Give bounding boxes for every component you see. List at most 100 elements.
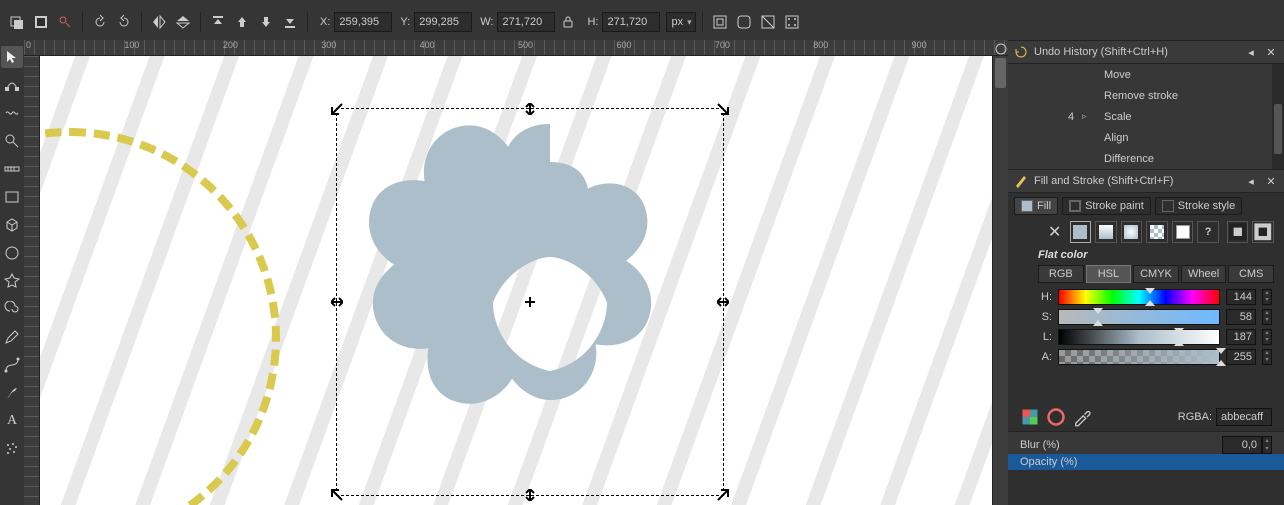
node-tool-icon[interactable]	[1, 74, 23, 96]
canvas-vertical-scrollbar[interactable]	[992, 56, 1008, 505]
resize-handle-b[interactable]	[524, 489, 536, 501]
scale-corners-icon[interactable]	[733, 11, 755, 33]
pattern-icon[interactable]	[1146, 221, 1168, 243]
hue-slider[interactable]	[1058, 289, 1220, 305]
tweak-tool-icon[interactable]	[1, 102, 23, 124]
sat-value[interactable]: 58	[1226, 309, 1256, 325]
history-item[interactable]: Difference	[1008, 148, 1284, 169]
scale-stroke-icon[interactable]	[709, 11, 731, 33]
swatch-icon[interactable]	[1172, 221, 1194, 243]
history-item[interactable]: Align	[1008, 127, 1284, 148]
star-tool-icon[interactable]	[1, 270, 23, 292]
light-value[interactable]: 187	[1226, 329, 1256, 345]
spiral-tool-icon[interactable]	[1, 298, 23, 320]
opacity-row[interactable]: Opacity (%)	[1008, 454, 1284, 470]
bezier-tool-icon[interactable]	[1, 354, 23, 376]
deselect-icon[interactable]	[54, 11, 76, 33]
radial-gradient-icon[interactable]	[1121, 221, 1143, 243]
resize-handle-t[interactable]	[524, 103, 536, 115]
flip-vertical-icon[interactable]	[172, 11, 194, 33]
panel-close-icon[interactable]: ✕	[1264, 174, 1278, 188]
undo-history-list[interactable]: Move Remove stroke 4▹Scale Align Differe…	[1008, 64, 1284, 169]
hue-value[interactable]: 144	[1226, 289, 1256, 305]
unit-select[interactable]: px	[666, 12, 696, 32]
raise-to-top-icon[interactable]	[207, 11, 229, 33]
out-of-gamut-icon[interactable]	[1046, 407, 1066, 427]
alpha-spinner[interactable]: ▴▾	[1262, 349, 1272, 365]
panel-menu-icon[interactable]: ◂	[1244, 45, 1258, 59]
pencil-tool-icon[interactable]	[1, 326, 23, 348]
resize-handle-br[interactable]	[717, 489, 729, 501]
history-item[interactable]: Remove stroke	[1008, 85, 1284, 106]
alpha-slider[interactable]	[1058, 349, 1220, 365]
pick-color-icon[interactable]	[1072, 407, 1092, 427]
linear-gradient-icon[interactable]	[1095, 221, 1117, 243]
mode-cmyk[interactable]: CMYK	[1133, 265, 1179, 283]
w-field[interactable]: 271,720	[497, 12, 555, 32]
lock-aspect-icon[interactable]	[557, 11, 579, 33]
resize-handle-r[interactable]	[717, 296, 729, 308]
history-scrollbar[interactable]	[1272, 64, 1284, 169]
fill-rule-evenodd-icon[interactable]	[1252, 221, 1274, 243]
h-field[interactable]: 271,720	[602, 12, 660, 32]
tab-fill[interactable]: Fill	[1014, 197, 1058, 215]
resize-handle-bl[interactable]	[331, 489, 343, 501]
hue-spinner[interactable]: ▴▾	[1262, 289, 1272, 305]
resize-handle-tl[interactable]	[331, 103, 343, 115]
color-managed-icon[interactable]	[1020, 407, 1040, 427]
unknown-paint-icon[interactable]: ?	[1197, 221, 1219, 243]
alpha-value[interactable]: 255	[1226, 349, 1256, 365]
mode-hsl[interactable]: HSL	[1086, 265, 1132, 283]
y-field[interactable]: 299,285	[414, 12, 472, 32]
light-slider[interactable]	[1058, 329, 1220, 345]
mode-cms[interactable]: CMS	[1228, 265, 1274, 283]
zoom-tool-icon[interactable]	[1, 130, 23, 152]
rotate-cw-icon[interactable]	[113, 11, 135, 33]
undo-history-header[interactable]: Undo History (Shift+Ctrl+H) ◂ ✕	[1008, 40, 1284, 64]
circle-tool-icon[interactable]	[1, 242, 23, 264]
selector-tool-icon[interactable]	[1, 46, 23, 68]
text-tool-icon[interactable]: A	[1, 410, 23, 432]
flat-color-icon[interactable]	[1070, 221, 1092, 243]
lower-icon[interactable]	[255, 11, 277, 33]
vertical-ruler[interactable]	[24, 56, 40, 505]
selection-bounding-box[interactable]	[336, 108, 724, 496]
3dbox-tool-icon[interactable]	[1, 214, 23, 236]
move-gradients-icon[interactable]	[757, 11, 779, 33]
panel-menu-icon[interactable]: ◂	[1244, 174, 1258, 188]
rect-tool-icon[interactable]	[1, 186, 23, 208]
panel-close-icon[interactable]: ✕	[1264, 45, 1278, 59]
select-all-layers-icon[interactable]	[30, 11, 52, 33]
calligraphy-tool-icon[interactable]	[1, 382, 23, 404]
horizontal-ruler[interactable]: 0100200300400500600700800900	[24, 40, 1008, 56]
spray-tool-icon[interactable]	[1, 438, 23, 460]
sat-slider[interactable]	[1058, 309, 1220, 325]
tab-stroke-style[interactable]: Stroke style	[1155, 197, 1242, 215]
rotate-ccw-icon[interactable]	[89, 11, 111, 33]
resize-handle-l[interactable]	[331, 296, 343, 308]
lower-to-bottom-icon[interactable]	[279, 11, 301, 33]
x-field[interactable]: 259,395	[334, 12, 392, 32]
no-paint-icon[interactable]: ✕	[1044, 221, 1066, 243]
history-item[interactable]: Move	[1008, 64, 1284, 85]
raise-icon[interactable]	[231, 11, 253, 33]
tab-stroke-paint[interactable]: Stroke paint	[1062, 197, 1151, 215]
measure-tool-icon[interactable]	[1, 158, 23, 180]
move-patterns-icon[interactable]	[781, 11, 803, 33]
layers-icon[interactable]	[6, 11, 28, 33]
mode-wheel[interactable]: Wheel	[1181, 265, 1227, 283]
fill-rule-icon[interactable]	[1227, 221, 1249, 243]
blur-value[interactable]: 0,0	[1222, 436, 1262, 454]
mode-rgb[interactable]: RGB	[1038, 265, 1084, 283]
quick-zoom-icon[interactable]	[993, 42, 1009, 56]
fill-stroke-header[interactable]: Fill and Stroke (Shift+Ctrl+F) ◂ ✕	[1008, 169, 1284, 193]
flip-horizontal-icon[interactable]	[148, 11, 170, 33]
resize-handle-tr[interactable]	[717, 103, 729, 115]
rgba-field[interactable]: abbecaff	[1216, 408, 1272, 426]
light-spinner[interactable]: ▴▾	[1262, 329, 1272, 345]
sat-spinner[interactable]: ▴▾	[1262, 309, 1272, 325]
history-item[interactable]: 4▹Scale	[1008, 106, 1284, 127]
blur-spinner[interactable]: ▴▾	[1262, 436, 1272, 454]
canvas[interactable]	[40, 56, 992, 505]
scrollbar-thumb[interactable]	[995, 58, 1006, 88]
